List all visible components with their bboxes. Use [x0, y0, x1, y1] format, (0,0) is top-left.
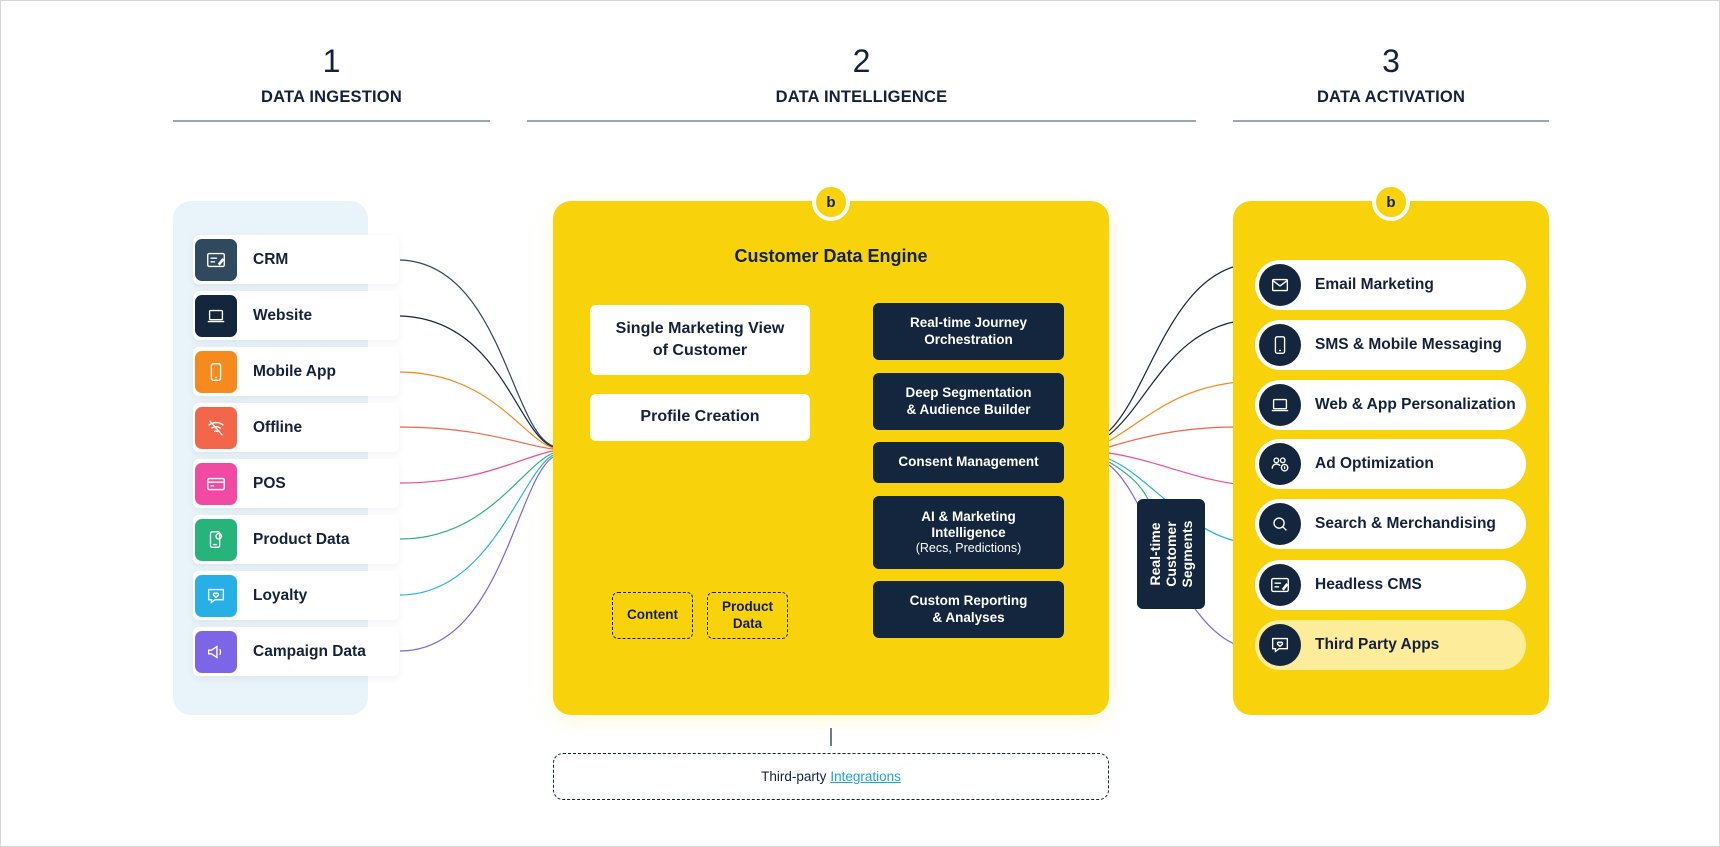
column-divider [1233, 120, 1549, 122]
activation-item-sms[interactable]: SMS & Mobile Messaging [1255, 320, 1526, 370]
mobile-phone-icon [195, 350, 237, 393]
engine-title: Customer Data Engine [734, 246, 928, 266]
column-title: DATA INGESTION [261, 88, 402, 106]
capability-journey-orchestration[interactable]: Real-time Journey Orchestration [873, 303, 1064, 360]
source-label: Website [253, 306, 313, 324]
source-label: Campaign Data [253, 642, 366, 660]
capability-sublabel: (Recs, Predictions) [915, 541, 1022, 556]
heart-chat-icon [195, 574, 237, 617]
column-number: 3 [1382, 43, 1400, 79]
crm-form-icon [195, 238, 237, 281]
mobile-phone-icon [1259, 324, 1301, 366]
activation-item-web-app[interactable]: Web & App Personalization [1255, 380, 1526, 430]
source-item-campaign-data[interactable]: Campaign Data [193, 627, 399, 676]
wire-loyalty [399, 454, 554, 596]
content-box[interactable]: Content [612, 592, 693, 639]
source-item-pos[interactable]: POS [193, 459, 399, 508]
activation-label: Web & App Personalization [1315, 396, 1516, 413]
activation-label: Search & Merchandising [1315, 515, 1496, 532]
third-party-integrations-box: Third-party Integrations [553, 753, 1109, 800]
people-dollar-icon [1259, 443, 1301, 485]
megaphone-icon [195, 630, 237, 673]
source-item-website[interactable]: Website [193, 291, 399, 340]
column-divider [173, 120, 490, 122]
column-header-activation: 3 DATA ACTIVATION [1233, 45, 1549, 107]
column-divider [527, 120, 1196, 122]
wire-pos [399, 450, 554, 484]
integrations-link[interactable]: Integrations [830, 769, 901, 784]
capability-custom-reporting[interactable]: Custom Reporting & Analyses [873, 581, 1064, 638]
source-label: Mobile App [253, 362, 336, 380]
activation-label: Email Marketing [1315, 276, 1434, 293]
source-item-product-data[interactable]: Product Data [193, 515, 399, 564]
capability-consent-management[interactable]: Consent Management [873, 442, 1064, 483]
wire-campaign [399, 456, 554, 652]
wire-mobile-app [399, 371, 554, 449]
wire-website [399, 315, 554, 448]
capability-label: Real-time Journey Orchestration [909, 315, 1028, 347]
laptop-icon [195, 294, 237, 337]
capability-label: Deep Segmentation & Audience Builder [905, 385, 1032, 417]
activation-item-email[interactable]: Email Marketing [1255, 260, 1526, 310]
activation-item-ad-optimization[interactable]: Ad Optimization [1255, 439, 1526, 489]
capability-label: Custom Reporting & Analyses [909, 593, 1028, 625]
card-icon [195, 462, 237, 505]
envelope-icon [1259, 264, 1301, 306]
source-item-mobile-app[interactable]: Mobile App [193, 347, 399, 396]
column-title: DATA ACTIVATION [1316, 88, 1466, 106]
wire-crm [399, 259, 554, 447]
source-label: POS [253, 474, 286, 492]
activation-label: Headless CMS [1315, 576, 1422, 593]
capability-ai-intelligence[interactable]: AI & Marketing Intelligence (Recs, Predi… [873, 496, 1064, 569]
source-item-loyalty[interactable]: Loyalty [193, 571, 399, 620]
wire-product-data [399, 452, 554, 540]
product-data-box[interactable]: Product Data [707, 592, 788, 639]
search-icon [1259, 503, 1301, 545]
source-label: CRM [253, 250, 289, 268]
activation-label: Ad Optimization [1315, 455, 1434, 472]
source-item-crm[interactable]: CRM [193, 235, 399, 284]
activation-item-third-party-apps[interactable]: Third Party Apps [1255, 620, 1526, 670]
capability-label: Consent Management [898, 454, 1039, 470]
column-number: 2 [852, 43, 871, 79]
column-header-ingestion: 1 DATA INGESTION [173, 45, 490, 107]
column-number: 1 [322, 43, 341, 79]
source-label: Product Data [253, 530, 350, 548]
source-label: Offline [253, 418, 303, 436]
wire-offline [399, 426, 554, 450]
activation-label: SMS & Mobile Messaging [1315, 336, 1502, 353]
activation-item-headless-cms[interactable]: Headless CMS [1255, 560, 1526, 610]
source-label: Loyalty [253, 586, 308, 604]
capability-label: AI & Marketing Intelligence [921, 508, 1016, 540]
source-item-offline[interactable]: Offline [193, 403, 399, 452]
laptop-icon [1259, 384, 1301, 426]
capability-deep-segmentation[interactable]: Deep Segmentation & Audience Builder [873, 373, 1064, 430]
cms-form-icon [1259, 564, 1301, 606]
heart-chat-icon [1259, 624, 1301, 666]
activation-label: Third Party Apps [1315, 636, 1440, 653]
cdp-diagram: 1 DATA INGESTION 2 DATA INTELLIGENCE 3 D… [0, 0, 1720, 847]
integrations-prefix: Third-party [761, 769, 827, 784]
column-header-intelligence: 2 DATA INTELLIGENCE [527, 45, 1196, 107]
wire-green [1108, 461, 1150, 502]
segments-label: Real-time Customer Segments [1146, 520, 1196, 588]
wifi-off-icon [195, 406, 237, 449]
profile-creation-box[interactable]: Profile Creation [590, 394, 810, 441]
brand-logo-icon: b [812, 183, 850, 221]
column-title: DATA INTELLIGENCE [775, 88, 948, 106]
single-marketing-view-box[interactable]: Single Marketing View of Customer [590, 305, 810, 375]
activation-item-search[interactable]: Search & Merchandising [1255, 499, 1526, 549]
realtime-segments-box[interactable]: Real-time Customer Segments [1137, 499, 1205, 609]
brand-logo-icon: b [1372, 183, 1410, 221]
product-tag-icon [195, 518, 237, 561]
